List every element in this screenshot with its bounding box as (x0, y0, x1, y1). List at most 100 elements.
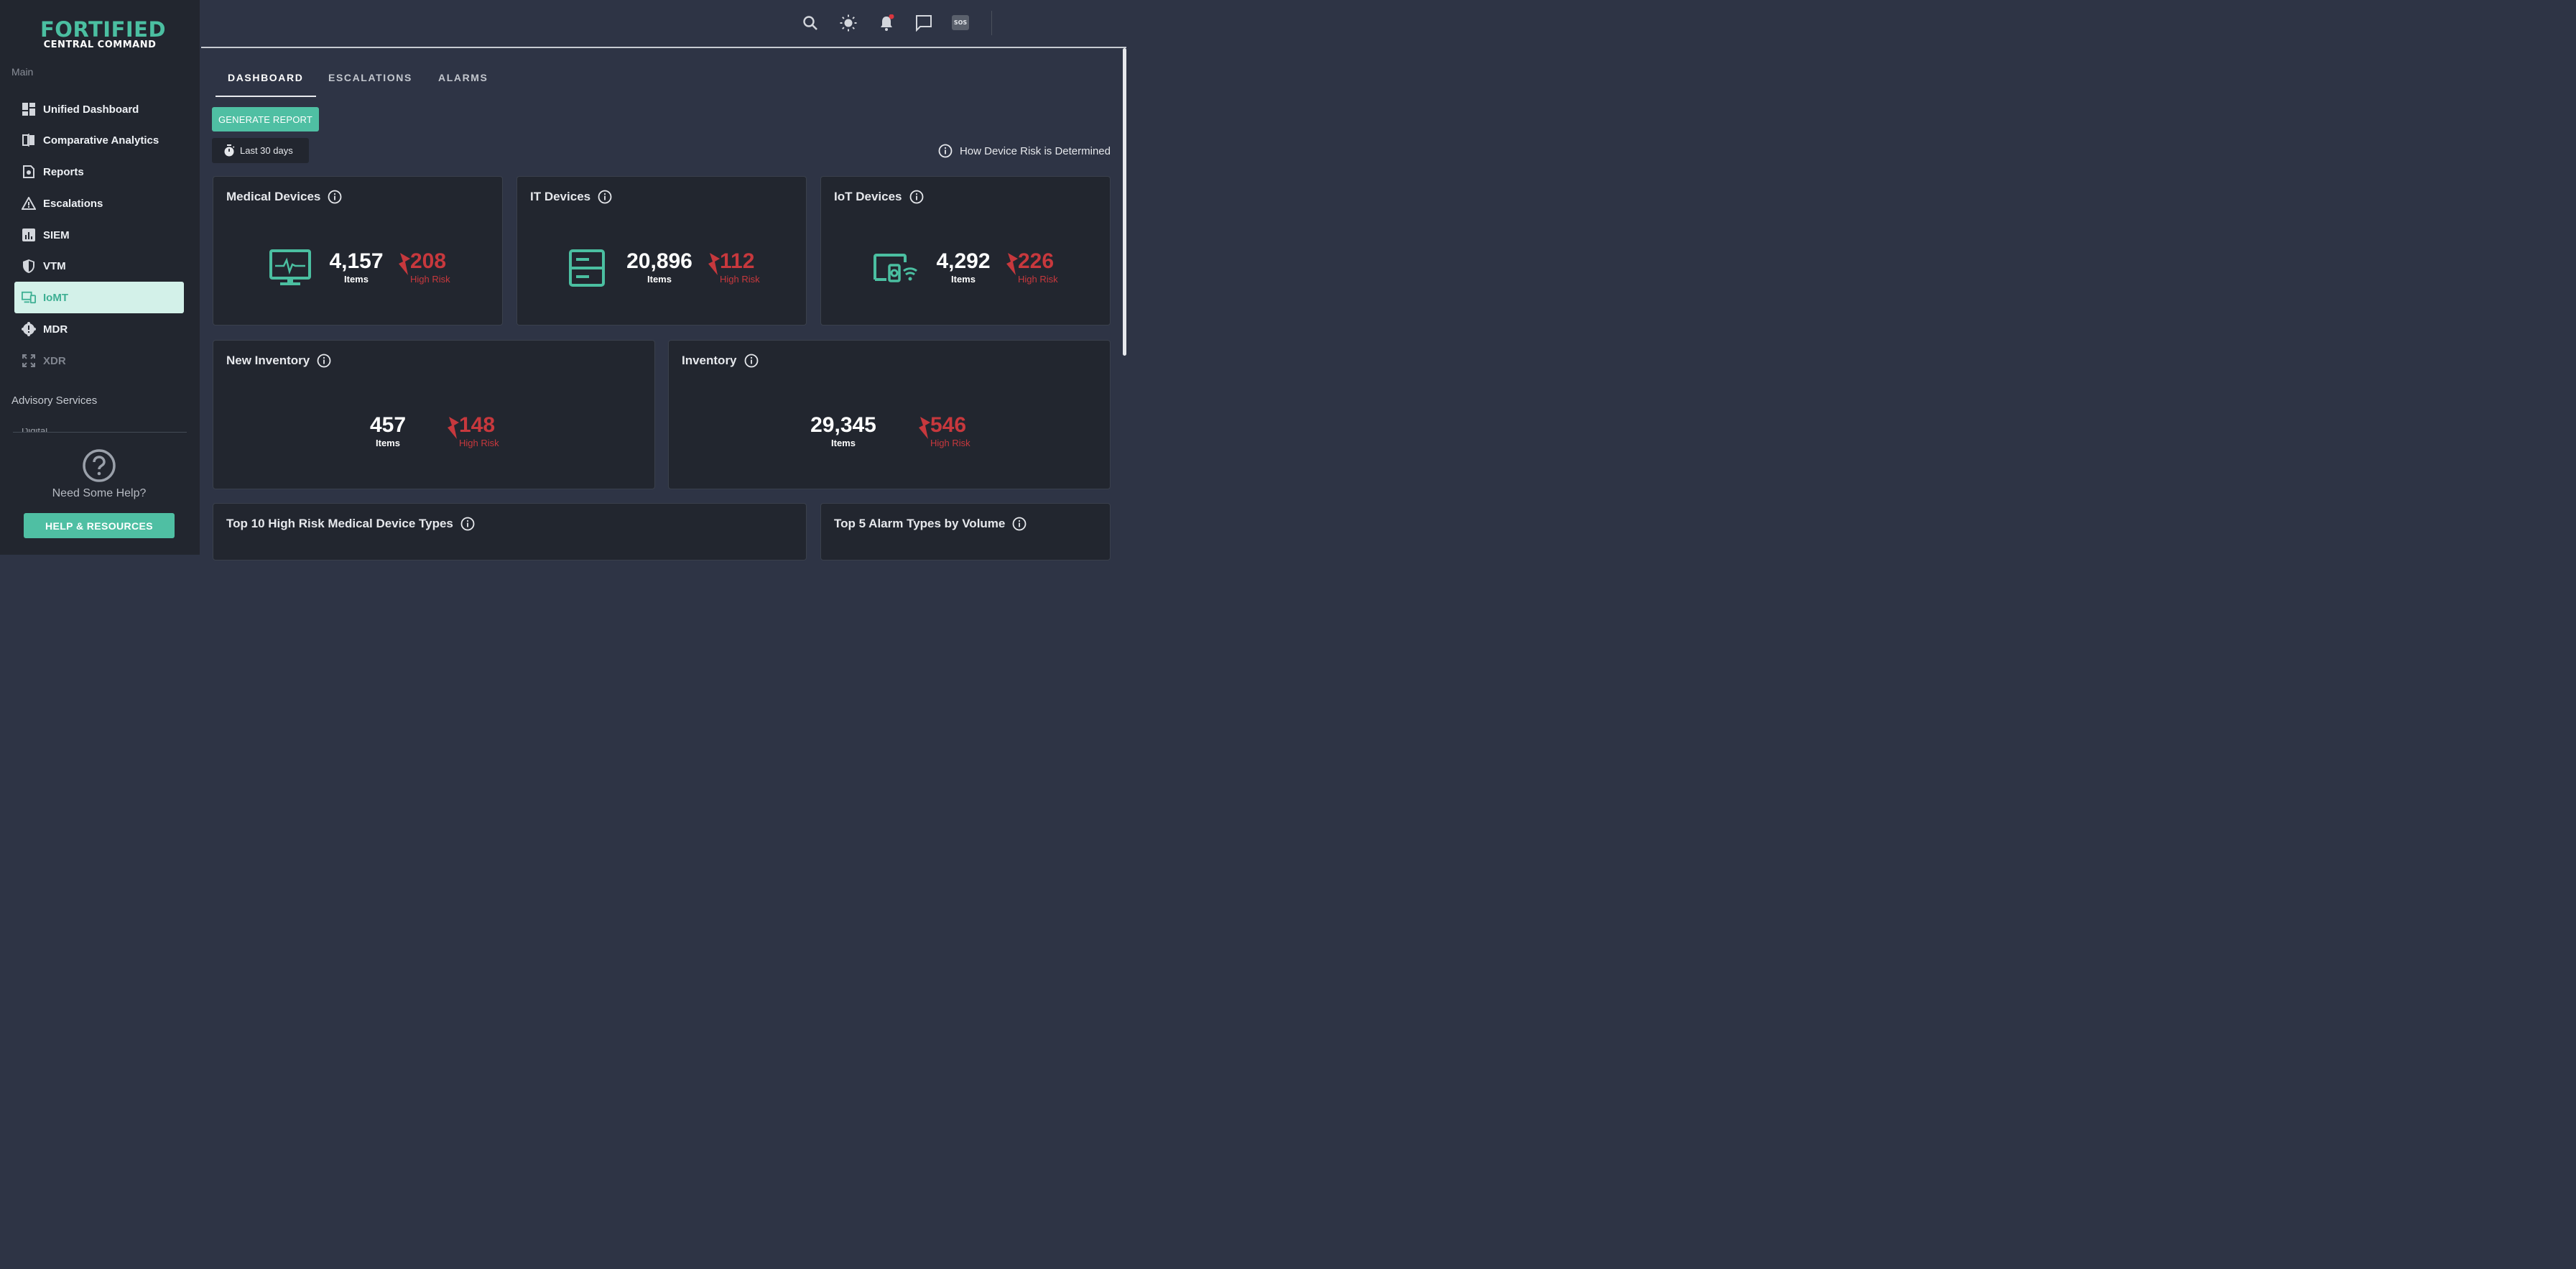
sidebar-item-escalations[interactable]: Escalations (14, 188, 184, 219)
topbar-separator (991, 11, 992, 35)
tab-alarms[interactable]: ALARMS (438, 72, 488, 83)
lightning-icon (708, 253, 720, 275)
brand-logo[interactable]: FORTIFIED CENTRAL COMMAND (40, 19, 166, 50)
info-icon (938, 144, 953, 158)
info-icon[interactable] (744, 354, 759, 368)
warning-triangle-icon (22, 196, 36, 211)
sidebar-item-xdr[interactable]: XDR (14, 345, 184, 377)
high-risk-count: 112 (720, 249, 755, 273)
tab-dashboard[interactable]: DASHBOARD (228, 72, 303, 83)
sidebar-divider (13, 432, 187, 433)
items-stat: 4,157 Items (327, 250, 386, 285)
iot-devices-icon (874, 254, 918, 286)
info-icon[interactable] (598, 190, 612, 204)
sidebar-item-label: VTM (43, 259, 66, 272)
high-risk-count: 148 (459, 413, 496, 437)
card-title: IT Devices (530, 190, 612, 204)
sidebar-item-mdr[interactable]: MDR (14, 313, 184, 345)
brightness-icon[interactable] (840, 14, 857, 32)
server-icon (569, 249, 605, 290)
help-resources-button[interactable]: HELP & RESOURCES (24, 513, 175, 538)
search-icon[interactable] (802, 14, 819, 32)
lightning-icon (919, 417, 930, 439)
info-icon[interactable] (317, 354, 331, 368)
sidebar-item-label: Unified Dashboard (43, 103, 139, 116)
question-circle-icon (82, 448, 116, 483)
high-risk-count: 226 (1018, 249, 1055, 273)
sidebar-item-iomt[interactable]: IoMT (14, 282, 184, 313)
items-stat: 29,345 Items (805, 414, 881, 448)
card-title-text: New Inventory (226, 354, 310, 367)
items-label: Items (831, 438, 856, 448)
card-it-devices[interactable]: IT Devices 20,896 Items 112 High Risk (516, 176, 807, 326)
shield-icon (22, 259, 36, 273)
sidebar-item-unified-dashboard[interactable]: Unified Dashboard (14, 93, 184, 125)
items-stat: 4,292 Items (932, 250, 995, 285)
generate-report-button[interactable]: GENERATE REPORT (212, 107, 319, 131)
sidebar-item-label: Reports (43, 165, 84, 178)
info-icon[interactable] (1012, 517, 1027, 531)
tab-escalations[interactable]: ESCALATIONS (328, 72, 412, 83)
chat-icon[interactable] (915, 14, 932, 32)
items-count: 457 (369, 413, 407, 437)
card-title: Inventory (682, 354, 759, 368)
card-top5-alarm-types[interactable]: Top 5 Alarm Types by Volume (820, 503, 1111, 560)
items-stat: 20,896 Items (624, 250, 695, 285)
lightning-icon (1006, 253, 1018, 275)
card-new-inventory[interactable]: New Inventory 457 Items 148 High Risk (213, 340, 655, 489)
brand-line2: CENTRAL COMMAND (43, 40, 157, 50)
card-iot-devices[interactable]: IoT Devices 4,292 Items 226 High Risk (820, 176, 1111, 326)
info-icon[interactable] (460, 517, 475, 531)
items-label: Items (376, 438, 400, 448)
sidebar-item-label: XDR (43, 354, 66, 367)
tab-active-indicator (216, 96, 316, 97)
sidebar-item-label: IoMT (43, 291, 68, 304)
sidebar-item-label: Comparative Analytics (43, 134, 159, 147)
info-icon[interactable] (909, 190, 924, 204)
card-title-text: Top 5 Alarm Types by Volume (834, 517, 1006, 530)
high-risk-label: High Risk (410, 274, 450, 285)
risk-info-link[interactable]: How Device Risk is Determined (938, 144, 1111, 158)
gear-badge-icon (22, 322, 36, 336)
topbar-divider (201, 47, 1126, 48)
items-label: Items (344, 274, 369, 285)
sidebar-item-siem[interactable]: SIEM (14, 219, 184, 251)
card-title: New Inventory (226, 354, 331, 368)
high-risk-label: High Risk (720, 274, 760, 285)
sidebar-item-reports[interactable]: Reports (14, 156, 184, 188)
date-range-filter[interactable]: Last 30 days (212, 138, 309, 163)
items-label: Items (647, 274, 672, 285)
high-risk-count: 208 (410, 249, 447, 273)
section-main-heading: Main (11, 68, 34, 75)
sidebar-item-label: SIEM (43, 229, 70, 241)
date-range-label: Last 30 days (240, 145, 293, 156)
card-title: Medical Devices (226, 190, 342, 204)
bell-icon[interactable] (878, 14, 895, 32)
items-label: Items (951, 274, 976, 285)
devices-icon (22, 290, 36, 305)
card-title-text: IoT Devices (834, 190, 902, 203)
card-medical-devices[interactable]: Medical Devices 4,157 Items 208 High Ris… (213, 176, 503, 326)
lightning-icon (448, 417, 459, 439)
lightning-icon (399, 253, 410, 275)
scrollbar-thumb[interactable] (1123, 48, 1126, 356)
high-risk-label: High Risk (930, 438, 970, 448)
risk-info-label: How Device Risk is Determined (959, 144, 1111, 157)
compare-icon (22, 133, 36, 147)
sidebar: FORTIFIED CENTRAL COMMAND Main Unified D… (0, 0, 200, 555)
card-title-text: IT Devices (530, 190, 591, 203)
sidebar-item-comparative-analytics[interactable]: Comparative Analytics (14, 124, 184, 156)
card-top10-medical-device-types[interactable]: Top 10 High Risk Medical Device Types (213, 503, 807, 560)
card-title: IoT Devices (834, 190, 924, 204)
high-risk-count: 546 (930, 413, 967, 437)
card-title-text: Top 10 High Risk Medical Device Types (226, 517, 453, 530)
card-title-text: Inventory (682, 354, 737, 367)
card-title-text: Medical Devices (226, 190, 321, 203)
help-text: Need Some Help? (52, 487, 147, 499)
sos-icon[interactable]: SOS (952, 15, 969, 30)
bar-chart-icon (22, 228, 36, 242)
items-count: 20,896 (626, 249, 692, 273)
card-inventory[interactable]: Inventory 29,345 Items 546 High Risk (668, 340, 1111, 489)
info-icon[interactable] (328, 190, 342, 204)
sidebar-item-vtm[interactable]: VTM (14, 250, 184, 282)
